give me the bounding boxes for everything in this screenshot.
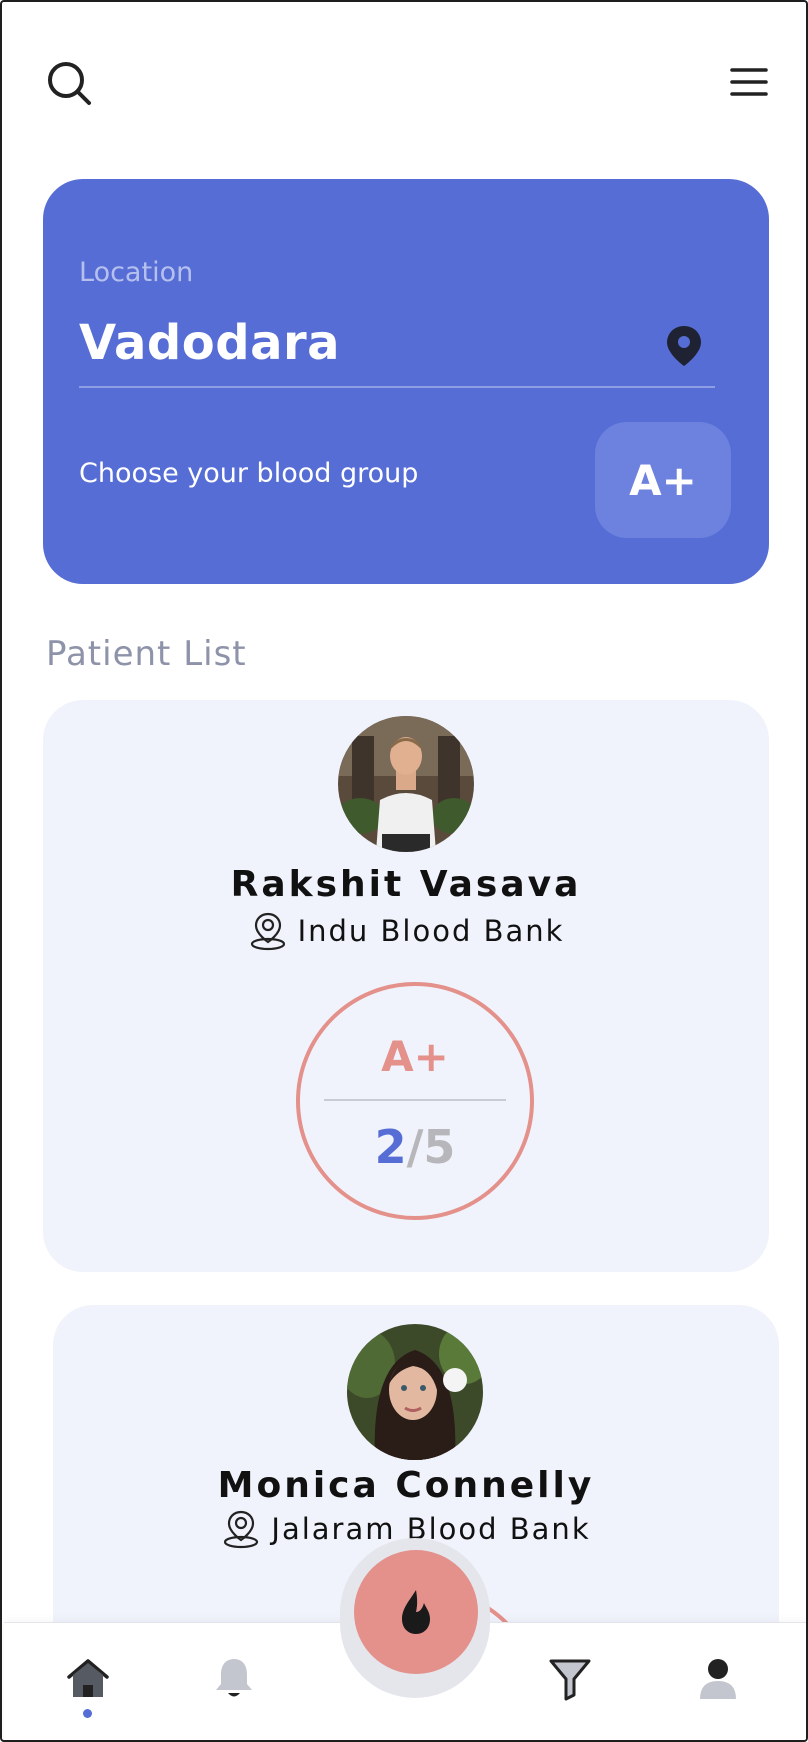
avatar — [338, 716, 474, 852]
search-icon — [48, 62, 91, 105]
nav-profile[interactable] — [693, 1653, 743, 1703]
nav-notifications[interactable] — [209, 1653, 259, 1703]
location-card: Location Vadodara Choose your blood grou… — [43, 179, 769, 584]
units-current: 2 — [374, 1120, 407, 1174]
filter-icon — [549, 1659, 591, 1701]
units-separator: / — [406, 1120, 424, 1174]
patient-name: Monica Connelly — [217, 1465, 595, 1506]
avatar — [347, 1324, 483, 1460]
blood-group-selector[interactable]: A+ — [595, 422, 731, 538]
location-label: Location — [79, 257, 194, 288]
hamburger-menu-icon — [730, 68, 768, 96]
patient-name: Rakshit Vasava — [230, 864, 582, 905]
home-icon — [67, 1659, 109, 1697]
location-underline — [79, 386, 715, 388]
blood-drop-icon — [402, 1590, 430, 1634]
map-pin-icon[interactable] — [665, 324, 703, 368]
location-input[interactable]: Vadodara — [79, 315, 340, 371]
blood-type: A+ — [381, 1032, 449, 1081]
location-marker-icon — [250, 912, 285, 951]
blood-group-label: Choose your blood group — [79, 458, 419, 489]
units-total: 5 — [423, 1120, 456, 1174]
bell-icon — [216, 1659, 252, 1697]
menu-button[interactable] — [728, 62, 770, 102]
section-title: Patient List — [46, 634, 247, 674]
blood-bank: Indu Blood Bank — [43, 910, 769, 952]
app-screen: Location Vadodara Choose your blood grou… — [0, 0, 808, 1742]
units-count: 2/5 — [300, 1120, 530, 1174]
patient-card[interactable]: Rakshit Vasava Indu Blood Bank A+ 2/5 — [43, 700, 769, 1272]
blood-units-ring: A+ 2/5 — [296, 982, 534, 1220]
active-indicator — [83, 1709, 92, 1718]
donate-button[interactable] — [354, 1550, 478, 1674]
nav-filter[interactable] — [545, 1653, 595, 1703]
ring-divider — [324, 1099, 506, 1101]
nav-home[interactable] — [63, 1653, 113, 1703]
blood-bank-name: Indu Blood Bank — [297, 914, 565, 948]
location-marker-icon — [224, 1510, 259, 1549]
user-icon — [700, 1659, 736, 1699]
search-button[interactable] — [44, 58, 96, 110]
